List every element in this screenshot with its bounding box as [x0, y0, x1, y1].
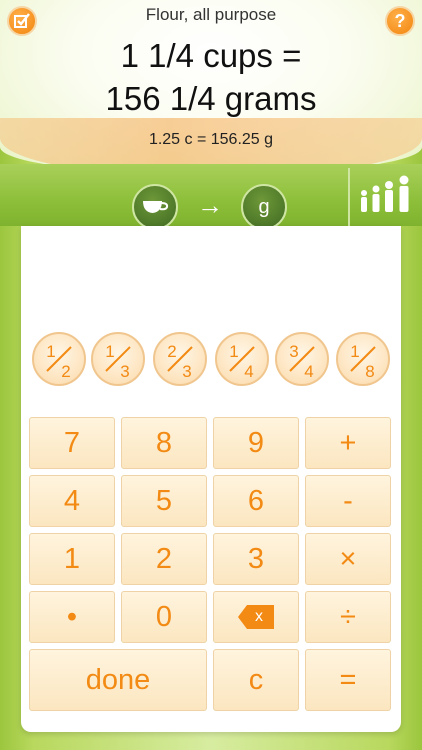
conversion-line-1: 1 1/4 cups = [120, 37, 302, 74]
decimal-conversion: 1.25 c = 156.25 g [148, 131, 274, 148]
unit-bar-divider [348, 168, 350, 228]
fraction-glyph: 1 3 [105, 342, 131, 381]
svg-text:4: 4 [304, 362, 313, 381]
people-icon [361, 175, 409, 212]
key-minus[interactable]: - [305, 475, 391, 527]
svg-text:3: 3 [120, 362, 129, 381]
key-plus[interactable]: + [305, 417, 391, 469]
done-button[interactable]: done [29, 649, 207, 711]
key-times[interactable]: × [305, 533, 391, 585]
fraction-glyph: 2 3 [167, 342, 193, 381]
from-unit-button[interactable] [132, 184, 178, 230]
svg-text:2: 2 [61, 362, 70, 381]
svg-text:1: 1 [229, 342, 238, 361]
key-backspace[interactable]: x [213, 591, 299, 643]
to-unit-label: g [258, 195, 270, 218]
equals-button[interactable]: = [305, 649, 391, 711]
key-3[interactable]: 3 [213, 533, 299, 585]
fraction-three-quarters-button[interactable]: 3 4 [275, 332, 329, 386]
svg-text:3: 3 [182, 362, 191, 381]
key-decimal-point[interactable]: • [29, 591, 115, 643]
fraction-two-thirds-button[interactable]: 2 3 [153, 332, 207, 386]
key-8[interactable]: 8 [121, 417, 207, 469]
fraction-third-button[interactable]: 1 3 [91, 332, 145, 386]
fraction-eighth-button[interactable]: 1 8 [336, 332, 390, 386]
key-4[interactable]: 4 [29, 475, 115, 527]
cup-icon [143, 201, 169, 213]
fraction-quarter-button[interactable]: 1 4 [215, 332, 269, 386]
fraction-glyph: 1 4 [229, 342, 255, 381]
key-1[interactable]: 1 [29, 533, 115, 585]
key-6[interactable]: 6 [213, 475, 299, 527]
key-5[interactable]: 5 [121, 475, 207, 527]
clear-button[interactable]: c [213, 649, 299, 711]
backspace-icon: x [238, 605, 274, 629]
svg-text:8: 8 [365, 362, 374, 381]
key-9[interactable]: 9 [213, 417, 299, 469]
fraction-glyph: 3 4 [289, 342, 315, 381]
conversion-line-2: 156 1/4 grams [105, 80, 317, 117]
svg-text:2: 2 [167, 342, 176, 361]
key-divide[interactable]: ÷ [305, 591, 391, 643]
svg-text:3: 3 [289, 342, 298, 361]
fraction-glyph: 1 2 [46, 342, 72, 381]
to-unit-button[interactable]: g [241, 184, 287, 230]
fraction-glyph: 1 8 [350, 342, 376, 381]
svg-text:1: 1 [350, 342, 359, 361]
svg-text:4: 4 [244, 362, 253, 381]
arrow-icon: → [197, 190, 223, 220]
key-0[interactable]: 0 [121, 591, 207, 643]
servings-button[interactable] [356, 174, 416, 216]
svg-text:1: 1 [46, 342, 55, 361]
ingredient-title[interactable]: Flour, all purpose [0, 5, 422, 25]
key-2[interactable]: 2 [121, 533, 207, 585]
key-7[interactable]: 7 [29, 417, 115, 469]
fraction-half-button[interactable]: 1 2 [32, 332, 86, 386]
svg-text:1: 1 [105, 342, 114, 361]
